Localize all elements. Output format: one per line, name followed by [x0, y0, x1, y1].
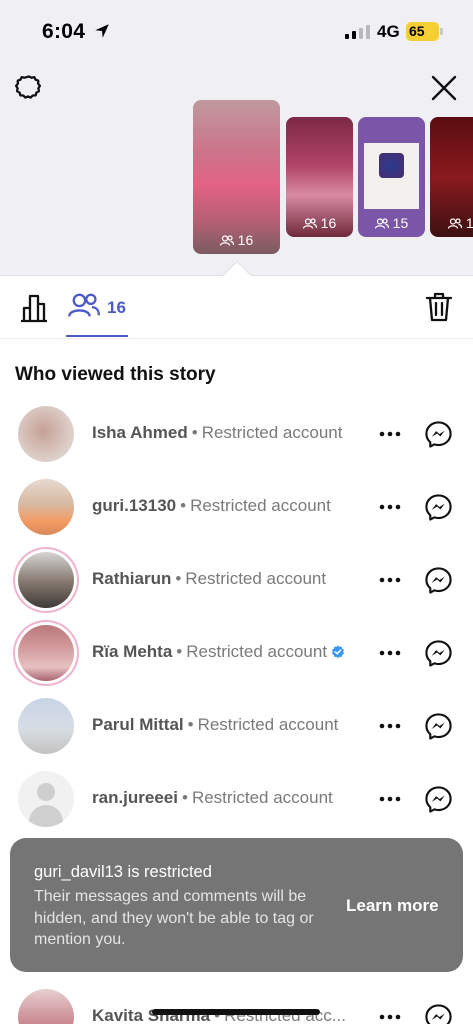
viewer-text: Rïa Mehta • Restricted account: [92, 642, 345, 662]
separator-dot: •: [176, 642, 183, 661]
messenger-icon[interactable]: [424, 785, 453, 814]
battery-indicator: 65: [406, 22, 443, 41]
avatar[interactable]: [18, 989, 74, 1024]
viewers-icon: [219, 235, 234, 246]
viewers-icon: [374, 218, 389, 229]
messenger-icon[interactable]: [424, 1003, 453, 1024]
toast-title: guri_davil13 is restricted: [34, 863, 212, 881]
more-options-icon[interactable]: [378, 1013, 402, 1021]
viewer-text: ran.jureeei • Restricted account: [92, 788, 333, 808]
avatar[interactable]: [18, 479, 74, 535]
avatar[interactable]: [18, 625, 74, 681]
avatar-placeholder-body: [29, 805, 63, 827]
messenger-icon[interactable]: [424, 639, 453, 668]
viewer-row[interactable]: guri.13130 • Restricted account: [0, 471, 473, 544]
avatar[interactable]: [18, 698, 74, 754]
viewer-status: Restricted account: [201, 423, 343, 442]
story-thumbnail[interactable]: 14: [430, 117, 473, 237]
tab-viewers[interactable]: 16: [66, 277, 128, 337]
separator-dot: •: [182, 788, 188, 807]
status-bar: 6:04 4G 65: [0, 0, 473, 62]
messenger-icon[interactable]: [424, 566, 453, 595]
separator-dot: •: [180, 496, 187, 515]
location-arrow-icon: [95, 24, 109, 38]
messenger-icon[interactable]: [424, 493, 453, 522]
poster-image: [364, 143, 419, 209]
viewer-row[interactable]: Parul Mittal • Restricted account: [0, 690, 473, 763]
verified-badge-icon: [332, 645, 345, 659]
messenger-icon[interactable]: [424, 420, 453, 449]
viewers-icon: [447, 218, 463, 229]
separator-dot: •: [187, 715, 194, 734]
viewer-row[interactable]: Rïa Mehta • Restricted account: [0, 617, 473, 690]
section-title: Who viewed this story: [15, 364, 216, 385]
more-options-icon[interactable]: [378, 722, 402, 730]
avatar[interactable]: [18, 406, 74, 462]
restricted-toast: guri_davil13 is restricted Their message…: [10, 838, 463, 972]
viewer-name[interactable]: guri.13130: [92, 496, 176, 515]
tab-bar: 16: [0, 277, 473, 339]
story-thumbnail[interactable]: 15: [358, 117, 425, 237]
cellular-signal-icon: [345, 25, 370, 39]
viewer-row[interactable]: ran.jureeei • Restricted account: [0, 763, 473, 836]
messenger-icon[interactable]: [424, 712, 453, 741]
more-options-icon[interactable]: [378, 430, 402, 438]
story-thumbnail[interactable]: 16: [286, 117, 353, 237]
viewer-name[interactable]: Rathiarun: [92, 569, 171, 588]
home-indicator[interactable]: [152, 1009, 320, 1015]
trash-icon[interactable]: [424, 291, 454, 323]
bar-chart-icon[interactable]: [18, 291, 50, 323]
viewer-status: Restricted account: [185, 569, 327, 588]
network-type: 4G: [377, 22, 400, 41]
viewer-status: Restricted account: [190, 496, 331, 515]
avatar[interactable]: [18, 552, 74, 608]
toast-body: Their messages and comments will be hidd…: [34, 888, 314, 948]
thumbnail-view-count: 16: [193, 232, 280, 248]
viewer-text: Isha Ahmed • Restricted account: [92, 423, 342, 443]
close-icon[interactable]: [428, 72, 460, 104]
default-avatar[interactable]: [18, 771, 74, 827]
viewer-text: Parul Mittal • Restricted account: [92, 715, 338, 735]
viewers-icon: [68, 293, 100, 317]
separator-dot: •: [175, 569, 182, 588]
more-options-icon[interactable]: [378, 576, 402, 584]
more-options-icon[interactable]: [378, 795, 402, 803]
more-options-icon[interactable]: [378, 503, 402, 511]
viewer-name[interactable]: Isha Ahmed: [92, 423, 188, 442]
gear-icon[interactable]: [14, 72, 44, 102]
viewer-text: Rathiarun • Restricted account: [92, 569, 326, 589]
viewer-name[interactable]: Parul Mittal: [92, 715, 184, 734]
viewer-name[interactable]: Rïa Mehta: [92, 642, 172, 661]
status-time: 6:04: [42, 20, 86, 43]
thumbnail-view-count: 14: [430, 215, 473, 231]
story-thumbnail-selected[interactable]: 16: [193, 100, 280, 254]
viewer-name[interactable]: ran.jureeei: [92, 788, 178, 807]
viewers-count: 16: [107, 298, 126, 317]
story-header: 16 16 15 14: [0, 62, 473, 290]
thumbnail-view-count: 15: [358, 215, 425, 231]
viewer-status: Restricted account: [186, 642, 328, 661]
viewer-text: guri.13130 • Restricted account: [92, 496, 331, 516]
viewer-row[interactable]: Isha Ahmed • Restricted account: [0, 398, 473, 471]
separator-dot: •: [191, 423, 198, 442]
viewers-icon: [302, 218, 317, 229]
viewer-status: Restricted account: [197, 715, 339, 734]
viewer-row[interactable]: Rathiarun • Restricted account: [0, 544, 473, 617]
more-options-icon[interactable]: [378, 649, 402, 657]
viewer-row[interactable]: Kavita Sharma • Restricted acc...: [0, 981, 473, 1024]
viewer-status: Restricted account: [191, 788, 333, 807]
thumbnail-view-count: 16: [286, 215, 353, 231]
learn-more-button[interactable]: Learn more: [346, 896, 439, 916]
avatar-placeholder-head: [37, 783, 55, 801]
